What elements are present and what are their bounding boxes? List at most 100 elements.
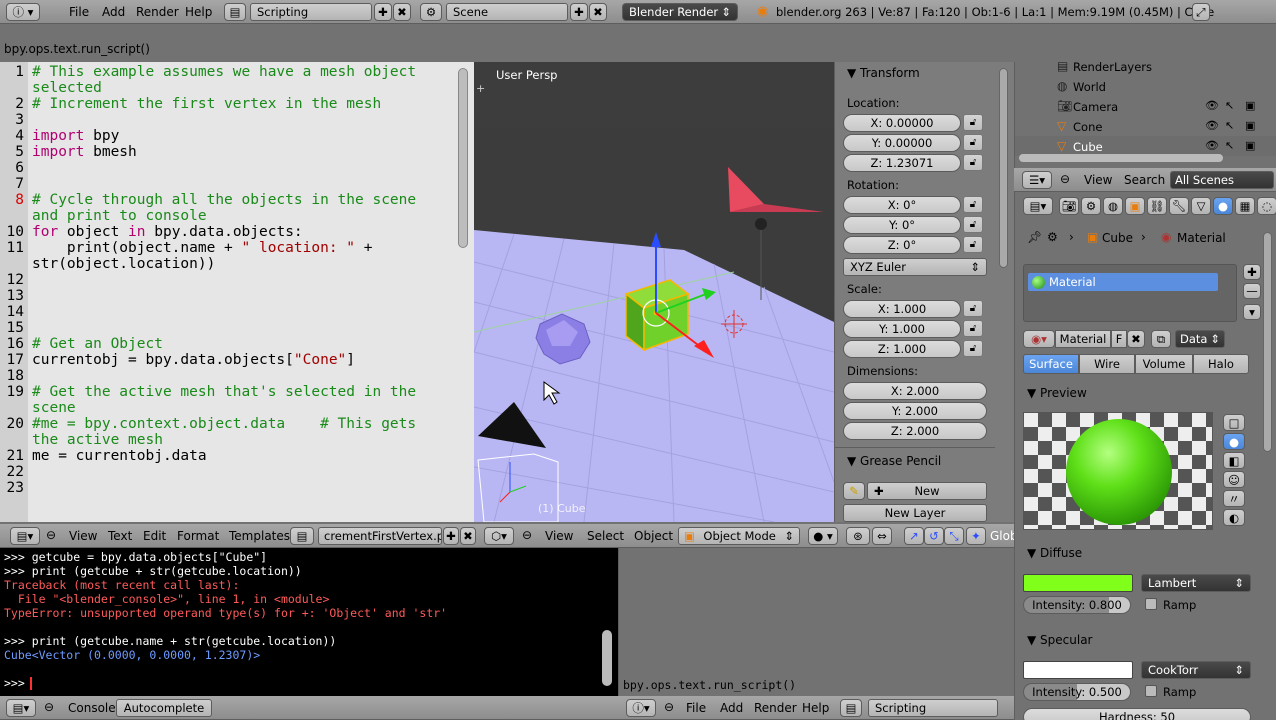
outliner-hscroll[interactable] xyxy=(1019,154,1223,162)
scene-icon[interactable]: ⚙ xyxy=(420,3,442,21)
constraints-tab-icon[interactable]: ⛓︎ xyxy=(1147,197,1167,215)
transform-title[interactable]: ▼ Transform xyxy=(847,66,920,80)
fake-user-button[interactable]: F xyxy=(1111,330,1127,348)
new-text-button[interactable]: ✚ xyxy=(443,527,459,545)
render-icon[interactable]: ▣ xyxy=(1245,119,1255,132)
sky-preview-icon[interactable]: ◐ xyxy=(1223,509,1245,526)
editor-type-button[interactable]: ⓘ▾ xyxy=(626,699,656,717)
grease-pencil-title[interactable]: ▼ Grease Pencil xyxy=(847,454,941,468)
translate-icon[interactable]: ↗ xyxy=(904,527,924,545)
sphere-preview-icon[interactable]: ● xyxy=(1223,433,1245,450)
specular-intensity-slider[interactable]: Intensity: 0.500 xyxy=(1023,683,1131,701)
render-icon[interactable]: ▣ xyxy=(1245,99,1255,112)
rotation-x[interactable]: X: 0° xyxy=(843,196,961,214)
eye-icon[interactable]: 👁︎ xyxy=(1205,119,1219,132)
surface-tab[interactable]: Surface xyxy=(1023,354,1079,374)
menu-file[interactable]: File xyxy=(686,701,706,715)
code-area[interactable]: 1 # This example assumes we have a mesh o… xyxy=(0,64,456,520)
material-link-select[interactable]: Data ⇕ xyxy=(1175,330,1225,348)
rotation-y[interactable]: Y: 0° xyxy=(843,216,961,234)
rotation-z[interactable]: Z: 0° xyxy=(843,236,961,254)
lock-icon[interactable]: 🔓︎ xyxy=(963,320,983,337)
hardness-field[interactable]: Hardness: 50 xyxy=(1023,708,1251,720)
menu-help[interactable]: Help xyxy=(185,5,212,19)
cursor-icon[interactable]: ↖ xyxy=(1225,139,1234,152)
render-icon[interactable]: ▣ xyxy=(1245,139,1255,152)
scene-field[interactable]: Scene xyxy=(446,3,568,21)
menu-templates[interactable]: Templates xyxy=(229,529,290,543)
mode-select[interactable]: ▣ Object Mode ⇕ xyxy=(678,527,800,545)
flat-preview-icon[interactable]: □ xyxy=(1223,414,1245,431)
shading-select[interactable]: ● ▾ xyxy=(808,527,838,545)
diffuse-color-swatch[interactable] xyxy=(1023,574,1133,592)
menu-view[interactable]: View xyxy=(1084,173,1112,187)
location-z[interactable]: Z: 1.23071 xyxy=(843,154,961,172)
autocomplete-button[interactable]: Autocomplete xyxy=(116,699,212,717)
collapse-icon[interactable]: ⊖ xyxy=(664,700,674,714)
material-slot-item[interactable]: Material xyxy=(1028,273,1218,291)
lock-icon[interactable]: 🔓︎ xyxy=(963,300,983,317)
menu-add[interactable]: Add xyxy=(102,5,125,19)
eye-icon[interactable]: 👁︎ xyxy=(1205,139,1219,152)
scale-z[interactable]: Z: 1.000 xyxy=(843,340,961,358)
diffuse-title[interactable]: ▼ Diffuse xyxy=(1027,546,1082,560)
lock-icon[interactable]: 🔓︎ xyxy=(963,340,983,357)
halo-tab[interactable]: Halo xyxy=(1193,354,1249,374)
data-tab-icon[interactable]: ▽ xyxy=(1191,197,1211,215)
material-slot-list[interactable]: Material xyxy=(1023,264,1237,322)
unlink-text-button[interactable]: ✖ xyxy=(460,527,476,545)
menu-render[interactable]: Render xyxy=(754,701,797,715)
menu-select[interactable]: Select xyxy=(587,529,624,543)
menu-edit[interactable]: Edit xyxy=(143,529,166,543)
screen-layout-field[interactable]: Scripting xyxy=(868,699,998,717)
specular-ramp-checkbox[interactable] xyxy=(1145,685,1157,697)
menu-object[interactable]: Object xyxy=(634,529,673,543)
outliner-item-cube[interactable]: ▽ Cube 👁︎ ↖ ▣ xyxy=(1015,136,1276,156)
cursor-icon[interactable]: ↖ xyxy=(1225,99,1234,112)
editor-type-button[interactable]: ▤▾ xyxy=(1023,197,1053,215)
unlink-material-button[interactable]: ✖ xyxy=(1127,330,1145,348)
diffuse-ramp-checkbox[interactable] xyxy=(1145,598,1157,610)
3d-viewport[interactable]: User Persp + (1) Cube xyxy=(474,62,834,522)
scale-y[interactable]: Y: 1.000 xyxy=(843,320,961,338)
lock-icon[interactable]: 🔓︎ xyxy=(963,216,983,233)
texture-tab-icon[interactable]: ▦ xyxy=(1235,197,1255,215)
editor-type-button[interactable]: ☰▾ xyxy=(1022,171,1052,189)
menu-format[interactable]: Format xyxy=(177,529,219,543)
world-tab-icon[interactable]: ◍ xyxy=(1103,197,1123,215)
grease-new-button[interactable]: ✚ New xyxy=(867,482,987,500)
hair-preview-icon[interactable]: 〃 xyxy=(1223,490,1245,507)
menu-view[interactable]: View xyxy=(69,529,97,543)
render-tab-icon[interactable]: 📷︎ xyxy=(1059,197,1079,215)
rotate-icon[interactable]: ↺ xyxy=(924,527,944,545)
diffuse-intensity-slider[interactable]: Intensity: 0.800 xyxy=(1023,596,1131,614)
fullscreen-button[interactable]: ⤢ xyxy=(1192,3,1210,21)
python-console[interactable]: >>> getcube = bpy.data.objects["Cube"] >>… xyxy=(0,548,618,696)
menu-add[interactable]: Add xyxy=(720,701,743,715)
text-editor[interactable]: 1 # This example assumes we have a mesh o… xyxy=(0,62,474,522)
collapse-icon[interactable]: ⊖ xyxy=(44,700,54,714)
text-filename-field[interactable]: crementFirstVertex.py xyxy=(318,527,442,545)
material-id-field[interactable]: Material xyxy=(1055,330,1111,348)
scale-x[interactable]: X: 1.000 xyxy=(843,300,961,318)
physics-tab-icon[interactable]: ◌ xyxy=(1257,197,1276,215)
lock-icon[interactable]: 🔓︎ xyxy=(963,196,983,213)
menu-render[interactable]: Render xyxy=(136,5,179,19)
outliner-item-camera[interactable]: 📷︎ Camera 👁︎ ↖ ▣ xyxy=(1015,96,1276,116)
editor-type-button[interactable]: ▤▾ xyxy=(10,527,40,545)
collapse-icon[interactable]: ⊖ xyxy=(522,528,532,542)
specular-color-swatch[interactable] xyxy=(1023,661,1133,679)
screen-layout-icon[interactable]: ▤ xyxy=(840,699,862,717)
outliner-item-renderlayers[interactable]: ▤ RenderLayers xyxy=(1015,56,1276,76)
text-scrollbar[interactable] xyxy=(458,68,468,248)
rotation-mode-select[interactable]: XYZ Euler ⇕ xyxy=(843,258,987,276)
dimension-x[interactable]: X: 2.000 xyxy=(843,382,987,400)
menu-file[interactable]: File xyxy=(69,5,89,19)
preview-title[interactable]: ▼ Preview xyxy=(1027,386,1087,400)
editor-type-button[interactable]: ⓘ ▾ xyxy=(6,3,40,21)
dimension-y[interactable]: Y: 2.000 xyxy=(843,402,987,420)
location-y[interactable]: Y: 0.00000 xyxy=(843,134,961,152)
scene-tab-icon[interactable]: ⚙ xyxy=(1081,197,1101,215)
editor-type-button[interactable]: ⬡▾ xyxy=(484,527,514,545)
outliner-filter-select[interactable]: All Scenes xyxy=(1170,171,1274,189)
